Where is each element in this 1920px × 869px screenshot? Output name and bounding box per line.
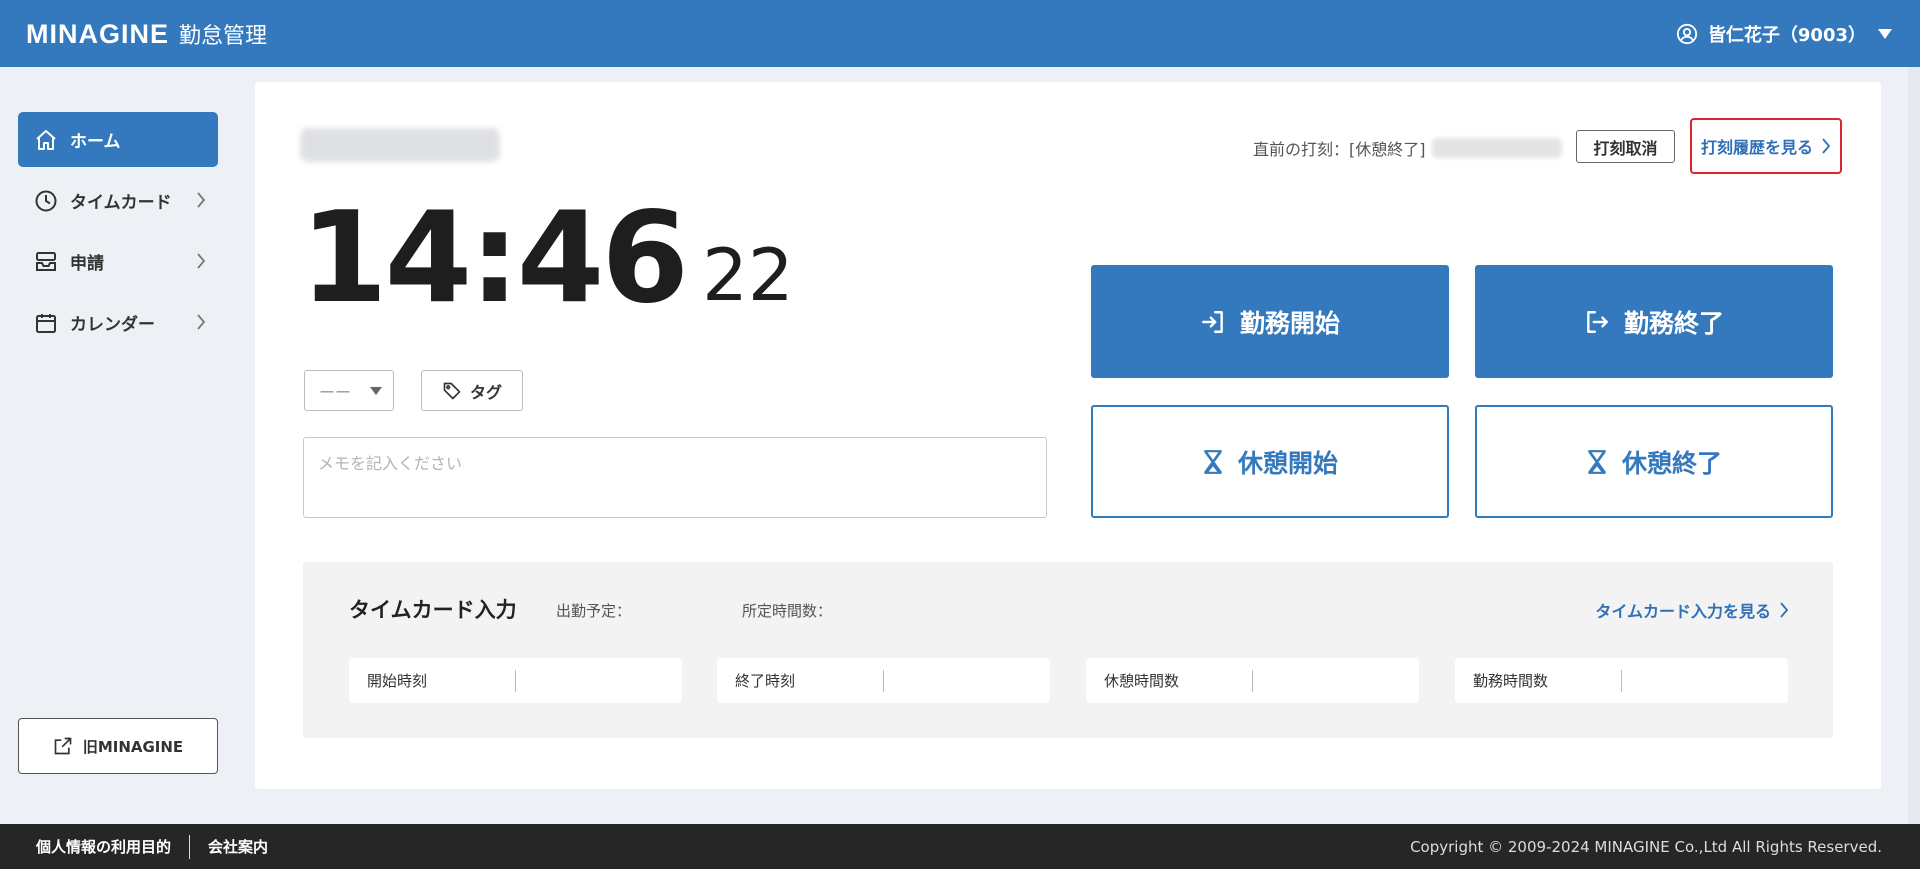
- caret-down-icon: [370, 386, 382, 395]
- sidebar-item-label: カレンダー: [70, 315, 155, 335]
- chevron-right-icon: [1822, 138, 1831, 154]
- clock-icon: [35, 190, 57, 211]
- caret-down-icon: [1878, 28, 1892, 39]
- sidebar-item-label: 申請: [70, 254, 104, 274]
- view-timecard-label: タイムカード入力を見る: [1595, 602, 1771, 621]
- work-end-button[interactable]: 勤務終了: [1475, 265, 1833, 378]
- inbox-icon: [36, 251, 56, 271]
- home-icon: [36, 129, 56, 150]
- hourglass-icon: [1204, 449, 1222, 474]
- chevron-right-icon: [197, 192, 206, 208]
- start-time-label: 開始時刻: [349, 669, 516, 692]
- tag-button-label: タグ: [469, 382, 502, 402]
- prescribed-hours-label: 所定時間数：: [742, 602, 833, 620]
- timecard-input-section: タイムカード入力 出勤予定： 所定時間数： タイムカード入力を見る 開始時刻 終…: [303, 562, 1833, 738]
- footer: 個人情報の利用目的 会社案内 Copyright © 2009-2024 MIN…: [0, 824, 1920, 869]
- user-menu[interactable]: 皆仁花子（9003）: [1676, 21, 1894, 47]
- view-history-label: 打刻履歴を見る: [1700, 138, 1813, 157]
- sidebar-item-label: ホーム: [70, 132, 121, 152]
- brand[interactable]: MINAGINE 勤怠管理: [26, 18, 267, 50]
- sidebar-item-timecard[interactable]: タイムカード: [18, 173, 218, 228]
- date-display-blurred: [300, 128, 500, 162]
- external-link-icon: [54, 737, 72, 755]
- logo: MINAGINE: [26, 18, 169, 49]
- footer-divider: [189, 834, 191, 859]
- chevron-right-icon: [197, 253, 206, 269]
- break-end-label: 休憩終了: [1621, 448, 1722, 478]
- view-history-button[interactable]: 打刻履歴を見る: [1690, 118, 1842, 174]
- memo-input[interactable]: [303, 437, 1047, 518]
- work-hours-label: 勤務時間数: [1455, 669, 1622, 692]
- tag-button[interactable]: タグ: [421, 370, 523, 411]
- sidebar-item-label: タイムカード: [70, 193, 172, 213]
- app-subtitle: 勤怠管理: [179, 23, 268, 49]
- work-start-label: 勤務開始: [1239, 308, 1340, 338]
- break-end-button[interactable]: 休憩終了: [1475, 405, 1833, 518]
- company-link[interactable]: 会社案内: [208, 836, 268, 857]
- type-select[interactable]: ーー: [304, 370, 394, 411]
- clock-seconds: 22: [702, 233, 794, 317]
- current-time: 14:46 22: [300, 195, 794, 321]
- hourglass-icon: [1588, 449, 1606, 474]
- clock-hours-minutes: 14:46: [300, 184, 689, 331]
- chevron-right-icon: [197, 314, 206, 330]
- work-start-button[interactable]: 勤務開始: [1091, 265, 1449, 378]
- user-name: 皆仁花子（9003）: [1707, 24, 1866, 46]
- copyright: Copyright © 2009-2024 MINAGINE Co.,Ltd A…: [1410, 837, 1882, 856]
- break-hours-field[interactable]: 休憩時間数: [1086, 658, 1419, 703]
- old-minagine-button[interactable]: 旧MINAGINE: [18, 718, 218, 774]
- cancel-punch-button[interactable]: 打刻取消: [1576, 130, 1675, 163]
- view-timecard-link[interactable]: タイムカード入力を見る: [1595, 598, 1789, 622]
- last-punch-time-blurred: [1431, 138, 1562, 158]
- sidebar-item-calendar[interactable]: カレンダー: [18, 295, 218, 350]
- break-hours-label: 休憩時間数: [1086, 669, 1253, 692]
- user-circle-icon: [1676, 23, 1697, 44]
- chevron-right-icon: [1780, 602, 1789, 618]
- calendar-icon: [36, 313, 56, 333]
- login-icon: [1202, 310, 1223, 333]
- app-header: MINAGINE 勤怠管理 皆仁花子（9003）: [0, 0, 1920, 67]
- last-punch: 直前の打刻：[休憩終了]: [1253, 136, 1562, 160]
- type-select-value: ーー: [319, 382, 352, 402]
- sidebar-item-application[interactable]: 申請: [18, 234, 218, 289]
- sidebar-item-home[interactable]: ホーム: [18, 112, 218, 167]
- break-start-label: 休憩開始: [1237, 448, 1338, 478]
- logout-icon: [1587, 310, 1608, 333]
- work-end-label: 勤務終了: [1623, 308, 1724, 338]
- work-hours-field[interactable]: 勤務時間数: [1455, 658, 1788, 703]
- timecard-title: タイムカード入力: [349, 598, 517, 622]
- scrollbar-track[interactable]: [1908, 67, 1920, 824]
- break-start-button[interactable]: 休憩開始: [1091, 405, 1449, 518]
- scheduled-label: 出勤予定：: [556, 602, 632, 620]
- end-time-label: 終了時刻: [717, 669, 884, 692]
- last-punch-label: 直前の打刻：[休憩終了]: [1253, 140, 1426, 159]
- old-minagine-label: 旧MINAGINE: [82, 737, 184, 756]
- start-time-field[interactable]: 開始時刻: [349, 658, 682, 703]
- privacy-link[interactable]: 個人情報の利用目的: [36, 836, 171, 857]
- footer-links: 個人情報の利用目的 会社案内: [36, 834, 268, 859]
- end-time-field[interactable]: 終了時刻: [717, 658, 1050, 703]
- sidebar: ホーム タイムカード 申請 カレンダー: [18, 112, 218, 356]
- tag-icon: [443, 382, 461, 399]
